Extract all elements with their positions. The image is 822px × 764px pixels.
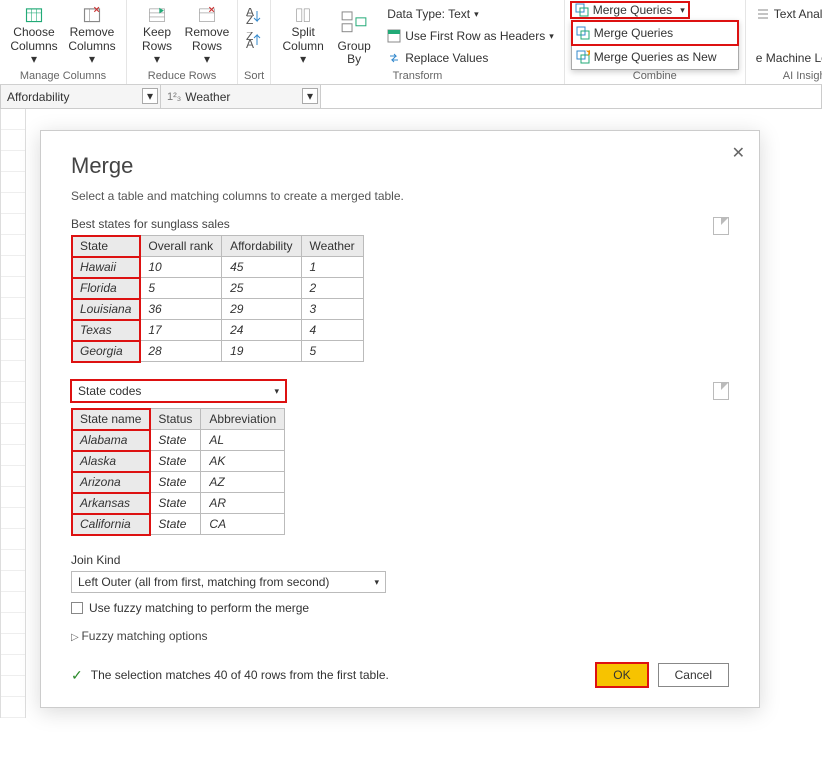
col-weather[interactable]: Weather	[301, 236, 363, 257]
replace-icon	[387, 51, 401, 65]
table-header-icon	[387, 29, 401, 43]
table-row: ArkansasStateAR	[72, 493, 285, 514]
fuzzy-options-disclosure[interactable]: Fuzzy matching options	[71, 629, 729, 643]
choose-columns-button[interactable]: Choose Columns▾	[6, 4, 62, 68]
type-icon: 1²₃	[167, 91, 181, 103]
filter-dropdown-icon[interactable]: ▾	[142, 88, 158, 104]
remove-column-icon	[76, 6, 108, 24]
dialog-title: Merge	[71, 153, 729, 179]
data-type-button[interactable]: Data Type: Text▾	[383, 4, 558, 24]
sort-desc-icon[interactable]: ZA	[245, 32, 263, 50]
table-header-row: State name Status Abbreviation	[72, 409, 285, 430]
col-state-name[interactable]: State name	[72, 409, 150, 430]
group-icon	[338, 6, 370, 38]
merge-queries-menu-item[interactable]: Merge Queries	[572, 21, 738, 45]
group-ai-insights: Text Analytics n e Machine Learning AI I…	[746, 0, 822, 84]
close-icon[interactable]: ✕	[732, 143, 745, 163]
group-transform: Split Column▾ Group By Data Type: Text▾ …	[271, 0, 565, 84]
group-label: Sort	[244, 70, 264, 82]
group-sort: AZ ZA Sort	[238, 0, 271, 84]
merge-dialog: ✕ Merge Select a table and matching colu…	[40, 130, 760, 708]
group-label: Manage Columns	[20, 70, 106, 82]
grid-column-headers: Affordability ▾ 1²₃ Weather ▾	[0, 85, 822, 109]
table-row: Florida5252	[72, 278, 364, 299]
table-row: CaliforniaStateCA	[72, 514, 285, 535]
ok-button[interactable]: OK	[596, 663, 647, 687]
join-kind-label: Join Kind	[71, 553, 729, 567]
split-icon	[287, 6, 319, 24]
group-combine: Merge Queries▾ Merge Queries ★Merge Quer…	[565, 0, 746, 84]
row-gutter	[0, 109, 26, 718]
svg-text:A: A	[246, 37, 254, 50]
col-rank[interactable]: Overall rank	[140, 236, 222, 257]
machine-learning-button[interactable]: e Machine Learning	[752, 48, 822, 68]
group-label: Combine	[633, 70, 677, 82]
remove-columns-button[interactable]: Remove Columns▾	[64, 4, 120, 68]
check-icon: ✓	[71, 667, 83, 684]
merge-icon	[576, 26, 590, 40]
table-icon	[18, 6, 50, 24]
svg-text:Z: Z	[246, 13, 253, 26]
group-manage-columns: Choose Columns▾ Remove Columns▾ Manage C…	[0, 0, 127, 84]
select-value: Left Outer (all from first, matching fro…	[78, 575, 329, 589]
remove-rows-button[interactable]: Remove Rows▾	[183, 4, 231, 68]
join-kind-select[interactable]: Left Outer (all from first, matching fro…	[71, 571, 386, 593]
chevron-down-icon: ▾	[374, 577, 379, 588]
text-analytics-button[interactable]: Text Analytics	[752, 4, 822, 24]
col-afford[interactable]: Affordability	[222, 236, 301, 257]
column-label: Weather	[185, 90, 230, 104]
table-row: AlabamaStateAL	[72, 430, 285, 451]
merge-queries-button[interactable]: Merge Queries▾	[571, 2, 689, 18]
checkbox-icon	[71, 602, 83, 614]
remove-rows-icon	[191, 6, 223, 24]
table-row: Texas17244	[72, 320, 364, 341]
column-weather[interactable]: 1²₃ Weather ▾	[161, 85, 321, 108]
sort-asc-icon[interactable]: AZ	[245, 8, 263, 26]
merge-queries-as-new-menu-item[interactable]: ★Merge Queries as New	[572, 45, 738, 69]
split-column-button[interactable]: Split Column▾	[277, 4, 329, 68]
table-row: Hawaii10451	[72, 257, 364, 278]
file-icon[interactable]	[713, 382, 729, 400]
table1-name: Best states for sunglass sales	[71, 217, 230, 231]
group-label: Reduce Rows	[148, 70, 216, 82]
replace-values-button[interactable]: Replace Values	[383, 48, 558, 68]
chevron-down-icon: ▾	[274, 386, 279, 397]
table-row: AlaskaStateAK	[72, 451, 285, 472]
filter-dropdown-icon[interactable]: ▾	[302, 88, 318, 104]
fuzzy-matching-checkbox[interactable]: Use fuzzy matching to perform the merge	[71, 601, 729, 615]
table-header-row: State Overall rank Affordability Weather	[72, 236, 364, 257]
table-row: ArizonaStateAZ	[72, 472, 285, 493]
svg-text:★: ★	[585, 50, 590, 59]
merge-new-icon: ★	[576, 50, 590, 64]
col-status[interactable]: Status	[150, 409, 201, 430]
table1-preview[interactable]: State Overall rank Affordability Weather…	[71, 235, 364, 362]
ribbon: Choose Columns▾ Remove Columns▾ Manage C…	[0, 0, 822, 85]
table2-selector[interactable]: State codes ▾	[71, 380, 286, 402]
keep-rows-icon	[141, 6, 173, 24]
group-reduce-rows: Keep Rows▾ Remove Rows▾ Reduce Rows	[127, 0, 238, 84]
column-affordability[interactable]: Affordability ▾	[1, 85, 161, 108]
col-abbrev[interactable]: Abbreviation	[201, 409, 285, 430]
table-row: Louisiana36293	[72, 299, 364, 320]
table2-preview[interactable]: State name Status Abbreviation AlabamaSt…	[71, 408, 285, 535]
dialog-subtitle: Select a table and matching columns to c…	[71, 189, 729, 203]
lines-icon	[756, 7, 770, 21]
col-state[interactable]: State	[72, 236, 140, 257]
group-label: AI Insights	[783, 70, 822, 82]
first-row-headers-button[interactable]: Use First Row as Headers▾	[383, 26, 558, 46]
select-value: State codes	[78, 384, 141, 398]
cancel-button[interactable]: Cancel	[658, 663, 729, 687]
group-label: Transform	[393, 70, 443, 82]
status-text: The selection matches 40 of 40 rows from…	[91, 668, 389, 682]
checkbox-label: Use fuzzy matching to perform the merge	[89, 601, 309, 615]
column-label: Affordability	[7, 90, 69, 104]
merge-icon	[575, 3, 589, 17]
group-by-button[interactable]: Group By	[331, 4, 377, 68]
keep-rows-button[interactable]: Keep Rows▾	[133, 4, 181, 68]
table-row: Georgia28195	[72, 341, 364, 362]
file-icon[interactable]	[713, 217, 729, 235]
vision-button-truncated[interactable]: n	[752, 26, 822, 46]
